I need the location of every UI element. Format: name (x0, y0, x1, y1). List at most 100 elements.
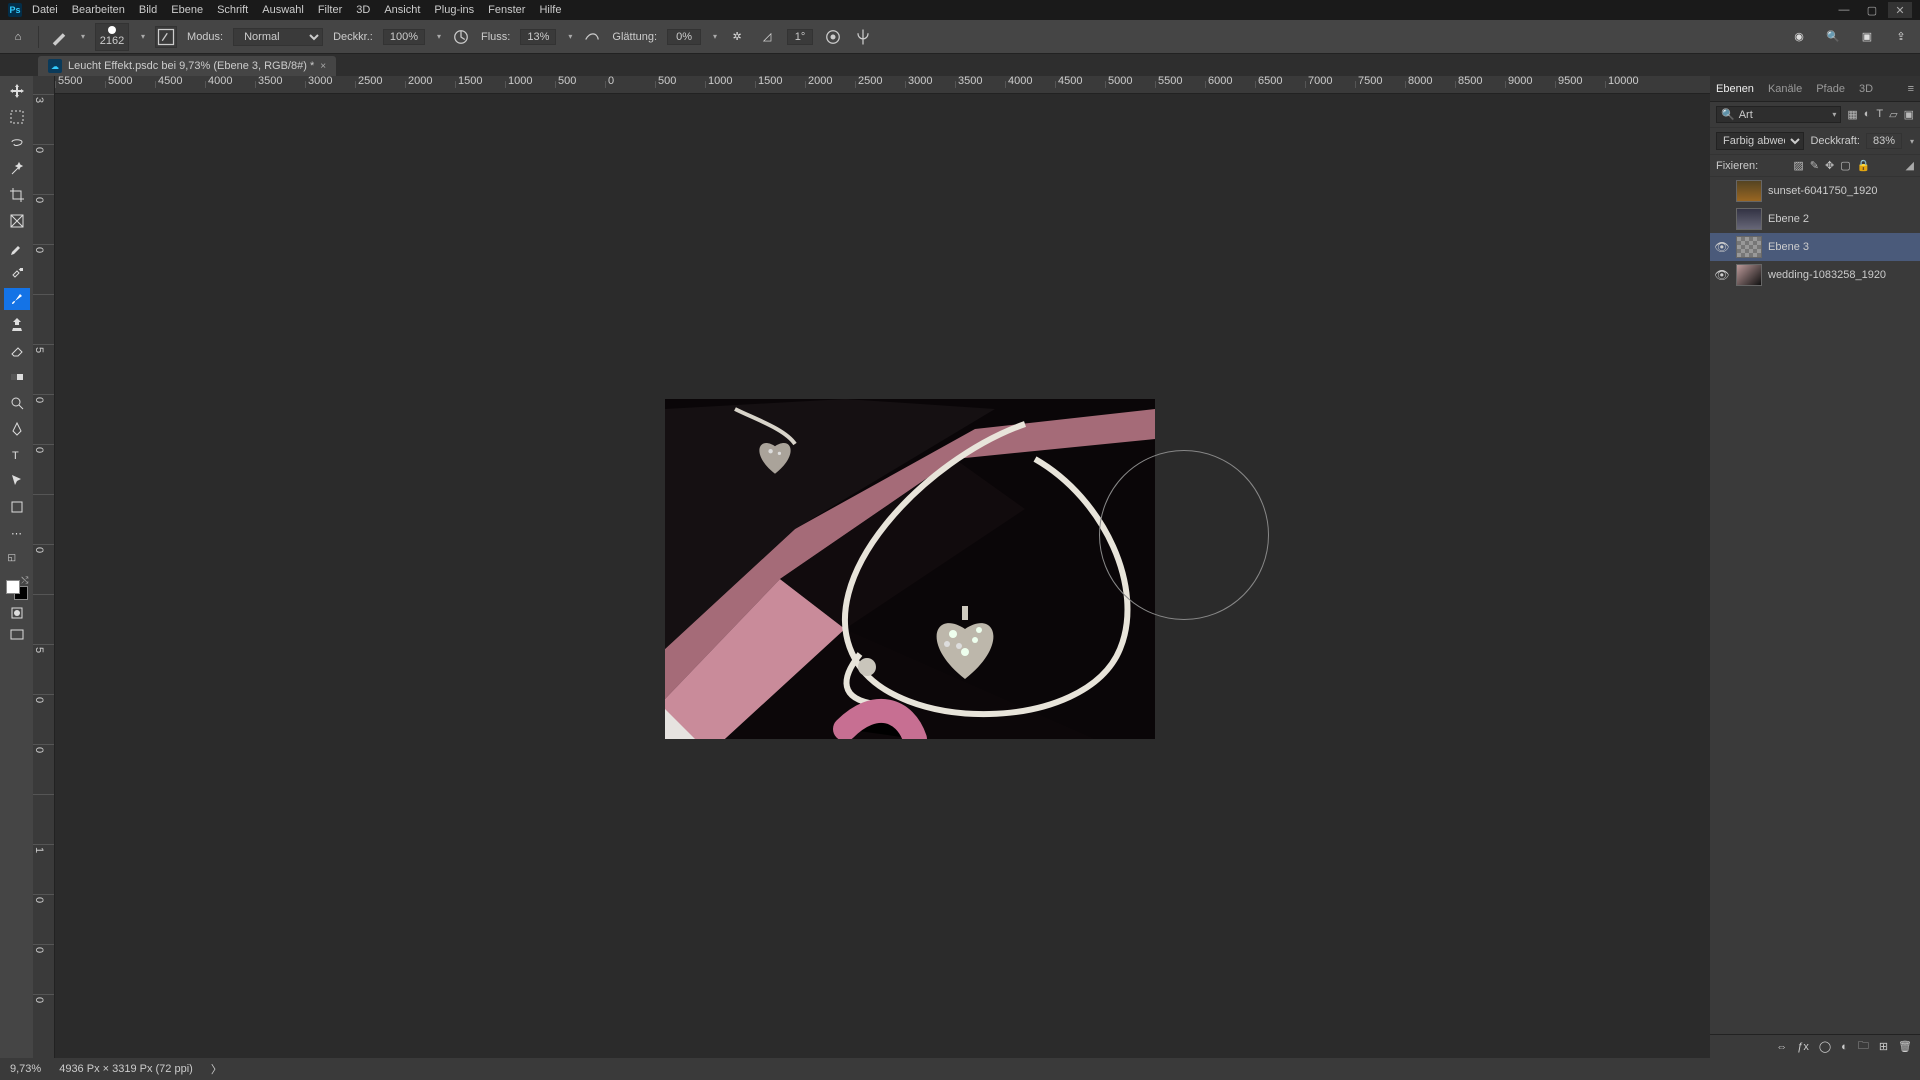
layer-name[interactable]: Ebene 2 (1768, 213, 1809, 225)
chevron-down-icon[interactable]: ▾ (141, 32, 145, 41)
blend-mode-select[interactable]: Normal (233, 28, 323, 46)
eyedropper-tool[interactable] (4, 236, 30, 258)
smoothing-value[interactable]: 0% (667, 29, 701, 45)
chevron-down-icon[interactable]: ▾ (1910, 137, 1914, 146)
layer-row[interactable]: Ebene 2 (1710, 205, 1920, 233)
document-dimensions[interactable]: 4936 Px × 3319 Px (72 ppi) (59, 1063, 193, 1075)
menu-bearbeiten[interactable]: Bearbeiten (72, 4, 125, 16)
pressure-opacity-icon[interactable] (451, 27, 471, 47)
type-tool[interactable]: T (4, 444, 30, 466)
brush-preset-picker[interactable]: 2162 (95, 23, 129, 51)
color-swatches[interactable]: ⤭ (4, 574, 30, 600)
layer-name[interactable]: Ebene 3 (1768, 241, 1809, 253)
frame-tool[interactable] (4, 210, 30, 232)
new-layer-icon[interactable]: ⊞ (1879, 1040, 1888, 1053)
status-chevron-icon[interactable]: 〉 (211, 1061, 222, 1077)
layer-row[interactable]: sunset-6041750_1920 (1710, 177, 1920, 205)
share-icon[interactable]: ⇪ (1890, 26, 1912, 48)
tab-kanaele[interactable]: Kanäle (1768, 83, 1802, 95)
filter-adjust-icon[interactable]: ◐ (1864, 108, 1871, 121)
chevron-down-icon[interactable]: ▾ (81, 32, 85, 41)
maximize-button[interactable]: ▢ (1860, 2, 1884, 18)
pen-tool[interactable] (4, 418, 30, 440)
layer-thumbnail[interactable] (1736, 208, 1762, 230)
chevron-down-icon[interactable]: ▾ (713, 32, 717, 41)
healing-brush-tool[interactable] (4, 262, 30, 284)
layer-thumbnail[interactable] (1736, 236, 1762, 258)
tab-ebenen[interactable]: Ebenen (1716, 83, 1754, 95)
pressure-size-icon[interactable] (823, 27, 843, 47)
menu-ebene[interactable]: Ebene (171, 4, 203, 16)
cloud-docs-icon[interactable]: ◉ (1788, 26, 1810, 48)
brush-angle-icon[interactable]: ◿ (757, 27, 777, 47)
lock-transparent-icon[interactable]: ▨ (1793, 159, 1803, 172)
crop-tool[interactable] (4, 184, 30, 206)
lock-all-icon[interactable]: 🔒 (1857, 159, 1871, 172)
flow-value[interactable]: 13% (520, 29, 556, 45)
dodge-tool[interactable] (4, 392, 30, 414)
filter-type-icon[interactable]: T (1876, 108, 1883, 121)
marquee-tool[interactable] (4, 106, 30, 128)
lock-pixels-icon[interactable]: ✎ (1810, 159, 1819, 172)
airbrush-icon[interactable] (582, 27, 602, 47)
shape-tool[interactable] (4, 496, 30, 518)
more-tools-icon[interactable]: ⋯ (4, 522, 30, 544)
filter-smart-icon[interactable]: ▣ (1904, 108, 1914, 121)
brush-angle-value[interactable]: 1° (787, 29, 813, 45)
chevron-down-icon[interactable]: ▾ (1832, 110, 1836, 119)
image-artboard[interactable] (665, 399, 1155, 739)
menu-datei[interactable]: Datei (32, 4, 58, 16)
lock-artboard-icon[interactable]: ▢ (1840, 159, 1850, 172)
close-tab-icon[interactable]: × (320, 61, 326, 72)
group-icon[interactable]: 🗀 (1858, 1037, 1869, 1056)
filter-shape-icon[interactable]: ▱ (1889, 108, 1897, 121)
chevron-down-icon[interactable]: ▾ (437, 32, 441, 41)
menu-bild[interactable]: Bild (139, 4, 157, 16)
smoothing-options-icon[interactable]: ✲ (727, 27, 747, 47)
layer-thumbnail[interactable] (1736, 264, 1762, 286)
visibility-toggle-icon[interactable]: 👁 (1714, 240, 1730, 254)
layer-blend-mode-select[interactable]: Farbig abwedeln (1716, 132, 1804, 150)
foreground-color-swatch[interactable] (6, 580, 20, 594)
menu-plugins[interactable]: Plug-ins (434, 4, 474, 16)
layer-filter[interactable]: 🔍 Art ▾ (1716, 106, 1841, 123)
link-layers-icon[interactable]: ⇔ (1776, 1041, 1787, 1053)
zoom-level[interactable]: 9,73% (10, 1063, 41, 1075)
menu-auswahl[interactable]: Auswahl (262, 4, 304, 16)
close-button[interactable]: ✕ (1888, 2, 1912, 18)
magic-wand-tool[interactable] (4, 158, 30, 180)
document-tab[interactable]: ☁ Leucht Effekt.psdc bei 9,73% (Ebene 3,… (38, 56, 336, 76)
layer-mask-icon[interactable]: ◯ (1819, 1040, 1831, 1053)
default-colors-icon[interactable]: ◱ (4, 548, 30, 566)
fill-indicator-icon[interactable]: ◢ (1906, 159, 1914, 172)
opacity-value[interactable]: 100% (383, 29, 425, 45)
tab-pfade[interactable]: Pfade (1816, 83, 1845, 95)
workspace-icon[interactable]: ▣ (1856, 26, 1878, 48)
layer-row[interactable]: 👁 wedding-1083258_1920 (1710, 261, 1920, 289)
document-canvas[interactable] (55, 94, 1710, 1058)
brush-tool[interactable] (4, 288, 30, 310)
menu-filter[interactable]: Filter (318, 4, 342, 16)
chevron-down-icon[interactable]: ▾ (568, 32, 572, 41)
layer-thumbnail[interactable] (1736, 180, 1762, 202)
visibility-toggle-icon[interactable]: 👁 (1714, 268, 1730, 282)
screen-mode-icon[interactable] (4, 626, 30, 644)
clone-stamp-tool[interactable] (4, 314, 30, 336)
layer-opacity-value[interactable]: 83% (1866, 133, 1902, 149)
move-tool[interactable] (4, 80, 30, 102)
brush-panel-toggle-icon[interactable] (155, 26, 177, 48)
home-icon[interactable]: ⌂ (8, 27, 28, 47)
lock-position-icon[interactable]: ✥ (1825, 159, 1834, 172)
lasso-tool[interactable] (4, 132, 30, 154)
delete-layer-icon[interactable]: 🗑 (1898, 1040, 1912, 1053)
horizontal-ruler[interactable]: 5500500045004000350030002500200015001000… (55, 76, 1710, 94)
layer-name[interactable]: sunset-6041750_1920 (1768, 185, 1877, 197)
menu-3d[interactable]: 3D (356, 4, 370, 16)
adjustment-layer-icon[interactable]: ◐ (1841, 1041, 1848, 1053)
menu-fenster[interactable]: Fenster (488, 4, 525, 16)
symmetry-icon[interactable] (853, 27, 873, 47)
layer-name[interactable]: wedding-1083258_1920 (1768, 269, 1886, 281)
menu-hilfe[interactable]: Hilfe (539, 4, 561, 16)
tool-preset-icon[interactable] (49, 27, 69, 47)
swap-colors-icon[interactable]: ⤭ (21, 575, 28, 586)
